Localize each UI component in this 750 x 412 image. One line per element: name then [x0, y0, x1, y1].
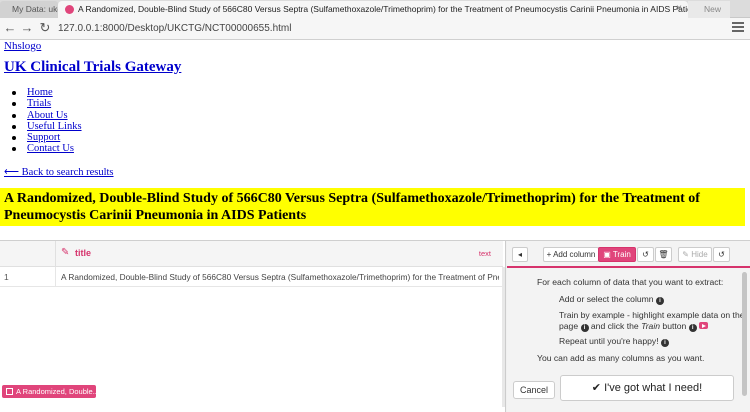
nav-link-useful-links[interactable]: Useful Links — [27, 121, 82, 132]
selection-chip[interactable]: A Randomized, Double... — [2, 385, 96, 398]
sidebar-scrollbar[interactable] — [742, 272, 747, 396]
favicon-icon — [65, 5, 74, 14]
instruction-step-2: Train by example - highlight example dat… — [559, 310, 745, 332]
nav-link-support[interactable]: Support — [27, 132, 60, 143]
hide-button[interactable]: ✎ Hide — [678, 247, 712, 262]
step-2-text-d: button — [662, 321, 687, 331]
trash-icon[interactable]: 🗑 — [655, 247, 672, 262]
cancel-button[interactable]: Cancel — [513, 381, 555, 399]
nav-item-home: Home — [10, 87, 82, 98]
video-icon[interactable] — [699, 322, 709, 329]
nhs-logo-link[interactable]: Nhslogo — [4, 40, 41, 52]
tab-label: A Randomized, Double-Blind Study of 566C… — [78, 4, 688, 14]
train-button[interactable]: ▣ Train — [598, 247, 636, 262]
train-label: Train — [612, 250, 631, 259]
back-to-results-link[interactable]: ⟵ Back to search results — [4, 166, 114, 178]
done-label: I've got what I need! — [604, 382, 703, 394]
trial-title: A Randomized, Double-Blind Study of 566C… — [0, 188, 745, 226]
instructions-intro: For each column of data that you want to… — [537, 277, 724, 287]
info-icon[interactable]: i — [660, 339, 669, 347]
instruction-step-1: Add or select the column i — [559, 294, 745, 305]
reload-icon[interactable]: ↻ — [37, 20, 53, 36]
row-number-header — [0, 241, 56, 267]
nav-item-about: About Us — [10, 110, 82, 121]
site-nav: Home Trials About Us Useful Links Suppor… — [10, 87, 82, 155]
tab-new[interactable]: New — [688, 1, 730, 18]
collapse-icon[interactable]: ◂ — [512, 247, 528, 262]
sidebar-toolbar: ◂ + Add column ▣ Train ↺ 🗑 ✎ Hide ↺ — [507, 241, 750, 268]
column-title[interactable]: title — [75, 248, 91, 258]
tab-my-data[interactable]: My Data: ukctg — [0, 1, 58, 18]
info-icon[interactable]: i — [688, 324, 697, 332]
nav-link-trials[interactable]: Trials — [27, 98, 51, 109]
step-2-text-c: Train — [641, 321, 661, 331]
browser-menu-icon[interactable] — [732, 22, 744, 34]
scraper-panel: ✎ title text 1 A Randomized, Double-Blin… — [0, 240, 750, 412]
browser-tab-strip: My Data: ukctg A Randomized, Double-Blin… — [0, 0, 750, 18]
nav-link-contact[interactable]: Contact Us — [27, 143, 74, 154]
tab-label: My Data: ukctg — [12, 4, 58, 14]
tab-label: New — [704, 4, 722, 14]
done-button[interactable]: ✔ I've got what I need! — [560, 375, 734, 401]
tab-trial-details[interactable]: A Randomized, Double-Blind Study of 566C… — [58, 1, 688, 18]
add-column-button[interactable]: + Add column — [543, 247, 599, 262]
address-bar[interactable]: 127.0.0.1:8000/Desktop/UKCTG/NCT00000655… — [58, 20, 718, 37]
back-arrow-icon[interactable]: ← — [2, 20, 18, 36]
table-cell: A Randomized, Double-Blind Study of 566C… — [61, 272, 499, 282]
nav-item-trials: Trials — [10, 98, 82, 109]
hide-label: Hide — [691, 250, 708, 259]
nav-link-about[interactable]: About Us — [27, 110, 68, 121]
grid-header: ✎ title text — [0, 241, 503, 267]
nav-item-support: Support — [10, 132, 82, 143]
grid-scrollbar[interactable] — [502, 267, 505, 407]
nav-link-home[interactable]: Home — [27, 87, 53, 98]
column-type: text — [478, 249, 491, 258]
data-grid: ✎ title text 1 A Randomized, Double-Blin… — [0, 241, 506, 412]
instruction-step-3: Repeat until you're happy! i — [559, 336, 745, 347]
info-icon[interactable]: i — [655, 297, 664, 305]
site-title-link[interactable]: UK Clinical Trials Gateway — [4, 59, 181, 76]
edit-icon[interactable]: ✎ — [61, 247, 69, 258]
step-3-text: Repeat until you're happy! — [559, 336, 659, 346]
reset-icon[interactable]: ↺ — [713, 247, 730, 262]
row-number: 1 — [0, 267, 56, 287]
info-icon[interactable]: i — [580, 324, 589, 332]
forward-arrow-icon[interactable]: → — [19, 20, 35, 36]
add-column-label: Add column — [553, 250, 596, 259]
browser-toolbar: ← → ↻ 127.0.0.1:8000/Desktop/UKCTG/NCT00… — [0, 18, 750, 40]
train-sidebar: ◂ + Add column ▣ Train ↺ 🗑 ✎ Hide ↺ For … — [507, 241, 750, 412]
undo-icon[interactable]: ↺ — [637, 247, 654, 262]
step-2-text-b: and click the — [590, 321, 639, 331]
table-row[interactable]: 1 A Randomized, Double-Blind Study of 56… — [0, 267, 503, 287]
step-1-text: Add or select the column — [559, 294, 654, 304]
nav-item-contact: Contact Us — [10, 143, 82, 154]
close-tab-icon[interactable]: × — [676, 1, 682, 17]
instructions-outro: You can add as many columns as you want. — [537, 353, 705, 363]
nav-item-useful-links: Useful Links — [10, 121, 82, 132]
web-page: Nhslogo UK Clinical Trials Gateway Home … — [0, 40, 750, 240]
